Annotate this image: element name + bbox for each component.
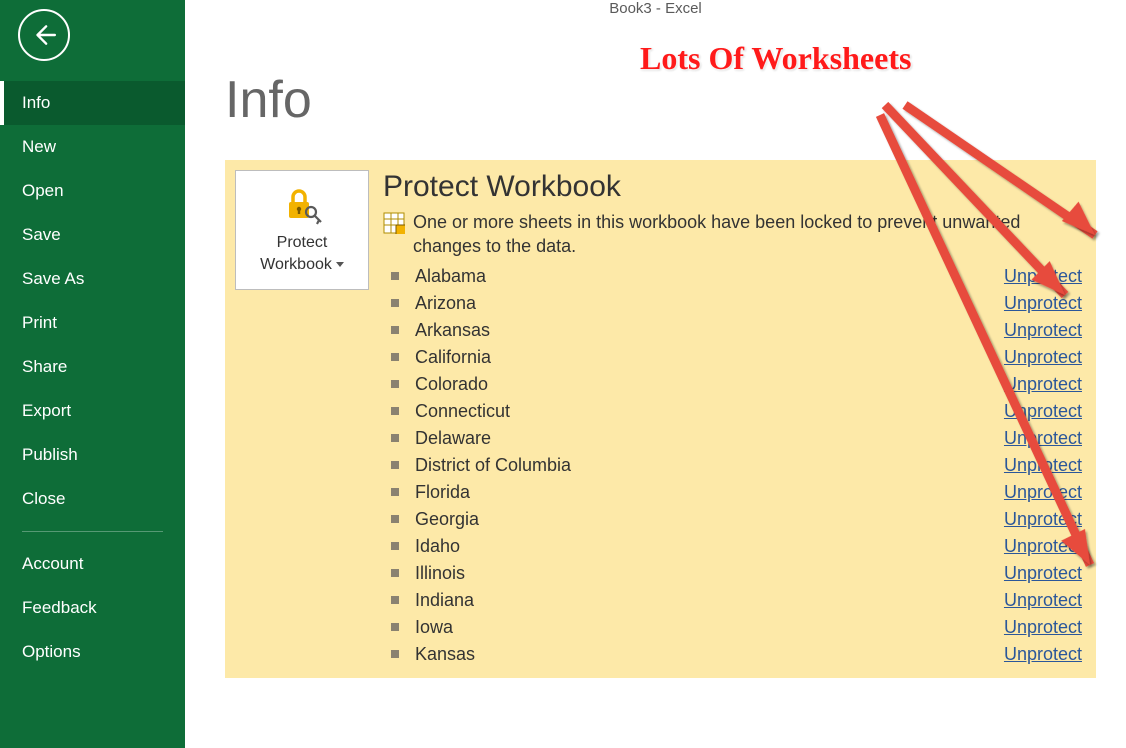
sidebar-item-save[interactable]: Save — [0, 213, 185, 257]
sidebar-item-feedback[interactable]: Feedback — [0, 586, 185, 630]
protected-sheet-row: ArkansasUnprotect — [383, 317, 1086, 344]
sidebar-item-save-as[interactable]: Save As — [0, 257, 185, 301]
protected-sheet-row: ArizonaUnprotect — [383, 290, 1086, 317]
protected-sheet-row: GeorgiaUnprotect — [383, 506, 1086, 533]
protected-sheet-row: DelawareUnprotect — [383, 425, 1086, 452]
bullet-icon — [391, 434, 399, 442]
bullet-icon — [391, 596, 399, 604]
unprotect-link[interactable]: Unprotect — [1004, 428, 1082, 449]
protect-heading: Protect Workbook — [383, 170, 1086, 204]
page-title: Info — [225, 70, 1126, 130]
back-arrow-icon — [31, 22, 57, 48]
sidebar-item-print[interactable]: Print — [0, 301, 185, 345]
sidebar-item-options[interactable]: Options — [0, 630, 185, 674]
sheet-grid-icon — [383, 212, 405, 234]
protected-sheet-row: IndianaUnprotect — [383, 587, 1086, 614]
sheet-name: Colorado — [415, 374, 1004, 395]
protected-sheet-row: FloridaUnprotect — [383, 479, 1086, 506]
sheet-name: California — [415, 347, 1004, 368]
sidebar-item-open[interactable]: Open — [0, 169, 185, 213]
sidebar-item-account[interactable]: Account — [0, 542, 185, 586]
sheet-name: Delaware — [415, 428, 1004, 449]
sidebar-divider — [22, 531, 163, 532]
sheet-name: Alabama — [415, 266, 1004, 287]
protect-workbook-panel: Protect Workbook Protect Workbook One or… — [225, 160, 1096, 678]
bullet-icon — [391, 326, 399, 334]
protect-description: One or more sheets in this workbook have… — [413, 210, 1086, 259]
unprotect-link[interactable]: Unprotect — [1004, 320, 1082, 341]
bullet-icon — [391, 515, 399, 523]
bullet-icon — [391, 542, 399, 550]
sidebar-item-export[interactable]: Export — [0, 389, 185, 433]
protected-sheets-list: AlabamaUnprotectArizonaUnprotectArkansas… — [383, 263, 1086, 668]
unprotect-link[interactable]: Unprotect — [1004, 563, 1082, 584]
unprotect-link[interactable]: Unprotect — [1004, 347, 1082, 368]
sheet-name: Arkansas — [415, 320, 1004, 341]
protected-sheet-row: ColoradoUnprotect — [383, 371, 1086, 398]
sheet-name: Illinois — [415, 563, 1004, 584]
protected-sheet-row: CaliforniaUnprotect — [383, 344, 1086, 371]
sidebar-item-info[interactable]: Info — [0, 81, 185, 125]
backstage-sidebar: InfoNewOpenSaveSave AsPrintShareExportPu… — [0, 0, 185, 748]
protect-button-label-2: Workbook — [260, 256, 332, 273]
protected-sheet-row: AlabamaUnprotect — [383, 263, 1086, 290]
sheet-name: Idaho — [415, 536, 1004, 557]
unprotect-link[interactable]: Unprotect — [1004, 455, 1082, 476]
sidebar-item-new[interactable]: New — [0, 125, 185, 169]
sheet-name: District of Columbia — [415, 455, 1004, 476]
bullet-icon — [391, 353, 399, 361]
sheet-name: Connecticut — [415, 401, 1004, 422]
unprotect-link[interactable]: Unprotect — [1004, 509, 1082, 530]
protected-sheet-row: ConnecticutUnprotect — [383, 398, 1086, 425]
main-area: Book3 - Excel Info Protect Workboo — [185, 0, 1126, 748]
bullet-icon — [391, 407, 399, 415]
window-title: Book3 - Excel — [185, 0, 1126, 17]
sheet-name: Georgia — [415, 509, 1004, 530]
sheet-name: Arizona — [415, 293, 1004, 314]
protected-sheet-row: IdahoUnprotect — [383, 533, 1086, 560]
protected-sheet-row: IowaUnprotect — [383, 614, 1086, 641]
protect-button-label-1: Protect — [277, 234, 328, 251]
lock-key-icon — [281, 184, 323, 226]
unprotect-link[interactable]: Unprotect — [1004, 401, 1082, 422]
sheet-name: Indiana — [415, 590, 1004, 611]
bullet-icon — [391, 488, 399, 496]
protected-sheet-row: KansasUnprotect — [383, 641, 1086, 668]
sidebar-item-publish[interactable]: Publish — [0, 433, 185, 477]
bullet-icon — [391, 380, 399, 388]
protect-workbook-button[interactable]: Protect Workbook — [235, 170, 369, 290]
sheet-name: Kansas — [415, 644, 1004, 665]
unprotect-link[interactable]: Unprotect — [1004, 374, 1082, 395]
back-button[interactable] — [18, 9, 70, 61]
unprotect-link[interactable]: Unprotect — [1004, 617, 1082, 638]
unprotect-link[interactable]: Unprotect — [1004, 482, 1082, 503]
bullet-icon — [391, 461, 399, 469]
unprotect-link[interactable]: Unprotect — [1004, 644, 1082, 665]
bullet-icon — [391, 272, 399, 280]
sidebar-item-close[interactable]: Close — [0, 477, 185, 521]
bullet-icon — [391, 623, 399, 631]
bullet-icon — [391, 569, 399, 577]
sidebar-item-share[interactable]: Share — [0, 345, 185, 389]
protected-sheet-row: IllinoisUnprotect — [383, 560, 1086, 587]
unprotect-link[interactable]: Unprotect — [1004, 536, 1082, 557]
unprotect-link[interactable]: Unprotect — [1004, 293, 1082, 314]
bullet-icon — [391, 650, 399, 658]
protected-sheet-row: District of ColumbiaUnprotect — [383, 452, 1086, 479]
bullet-icon — [391, 299, 399, 307]
sheet-name: Florida — [415, 482, 1004, 503]
sheet-name: Iowa — [415, 617, 1004, 638]
unprotect-link[interactable]: Unprotect — [1004, 266, 1082, 287]
dropdown-caret-icon — [336, 262, 344, 267]
unprotect-link[interactable]: Unprotect — [1004, 590, 1082, 611]
